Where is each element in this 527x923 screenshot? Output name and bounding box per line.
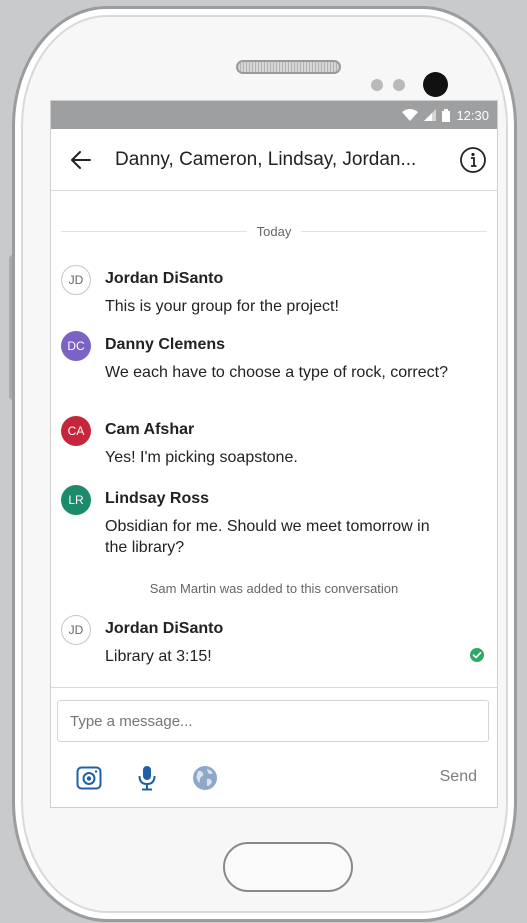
home-button[interactable] <box>223 842 353 892</box>
avatar: JD <box>61 265 91 295</box>
status-time: 12:30 <box>456 107 489 123</box>
conversation-title: Danny, Cameron, Lindsay, Jordan... <box>115 148 417 170</box>
microphone-icon <box>138 766 156 791</box>
avatar: JD <box>61 615 91 645</box>
message-text: This is your group for the project! <box>105 298 339 315</box>
message-text: Library at 3:15! <box>105 648 212 665</box>
message-composer: Send <box>51 687 497 807</box>
camera-button[interactable] <box>75 764 103 792</box>
globe-icon <box>193 766 217 790</box>
info-button[interactable] <box>459 146 487 174</box>
back-arrow-icon <box>71 150 91 169</box>
signal-icon <box>424 109 437 121</box>
message-text: We each have to choose a type of rock, c… <box>105 364 448 381</box>
wifi-icon <box>402 109 419 121</box>
phone-screen: 12:30 Danny, Cameron, Lindsay, Jordan...… <box>50 100 498 808</box>
composer-tools <box>75 764 219 792</box>
message-input[interactable] <box>57 700 489 742</box>
message-sender: Jordan DiSanto <box>105 620 224 637</box>
app-bar: Danny, Cameron, Lindsay, Jordan... <box>51 129 497 191</box>
status-bar: 12:30 <box>51 101 497 129</box>
date-divider: Today <box>61 221 488 241</box>
message-text: Yes! I'm picking soapstone. <box>105 449 298 466</box>
message-sender: Cam Afshar <box>105 421 195 438</box>
front-camera <box>423 72 448 97</box>
message-sender: Danny Clemens <box>105 336 226 353</box>
avatar: LR <box>61 485 91 515</box>
system-message: Sam Martin was added to this conversatio… <box>149 581 399 596</box>
send-button[interactable]: Send <box>440 768 477 786</box>
sent-check-icon <box>470 648 484 662</box>
camera-icon <box>76 766 102 790</box>
sensor-dot <box>393 79 405 91</box>
date-divider-label: Today <box>256 223 292 239</box>
message-sender: Lindsay Ross <box>105 490 210 507</box>
message-text: Obsidian for me. Should we meet tomorrow… <box>105 518 430 556</box>
back-button[interactable] <box>67 146 95 174</box>
microphone-button[interactable] <box>133 764 161 792</box>
message-list[interactable]: Today JD Jordan DiSanto This is your gro… <box>51 191 497 687</box>
avatar: DC <box>61 331 91 361</box>
message-sender: Jordan DiSanto <box>105 270 224 287</box>
speaker-grille <box>236 60 341 74</box>
divider-line <box>61 230 247 232</box>
sensor-dot <box>371 79 383 91</box>
info-icon <box>460 146 486 173</box>
avatar: CA <box>61 416 91 446</box>
globe-button[interactable] <box>191 764 219 792</box>
divider-line <box>301 230 488 232</box>
battery-icon <box>442 108 451 122</box>
